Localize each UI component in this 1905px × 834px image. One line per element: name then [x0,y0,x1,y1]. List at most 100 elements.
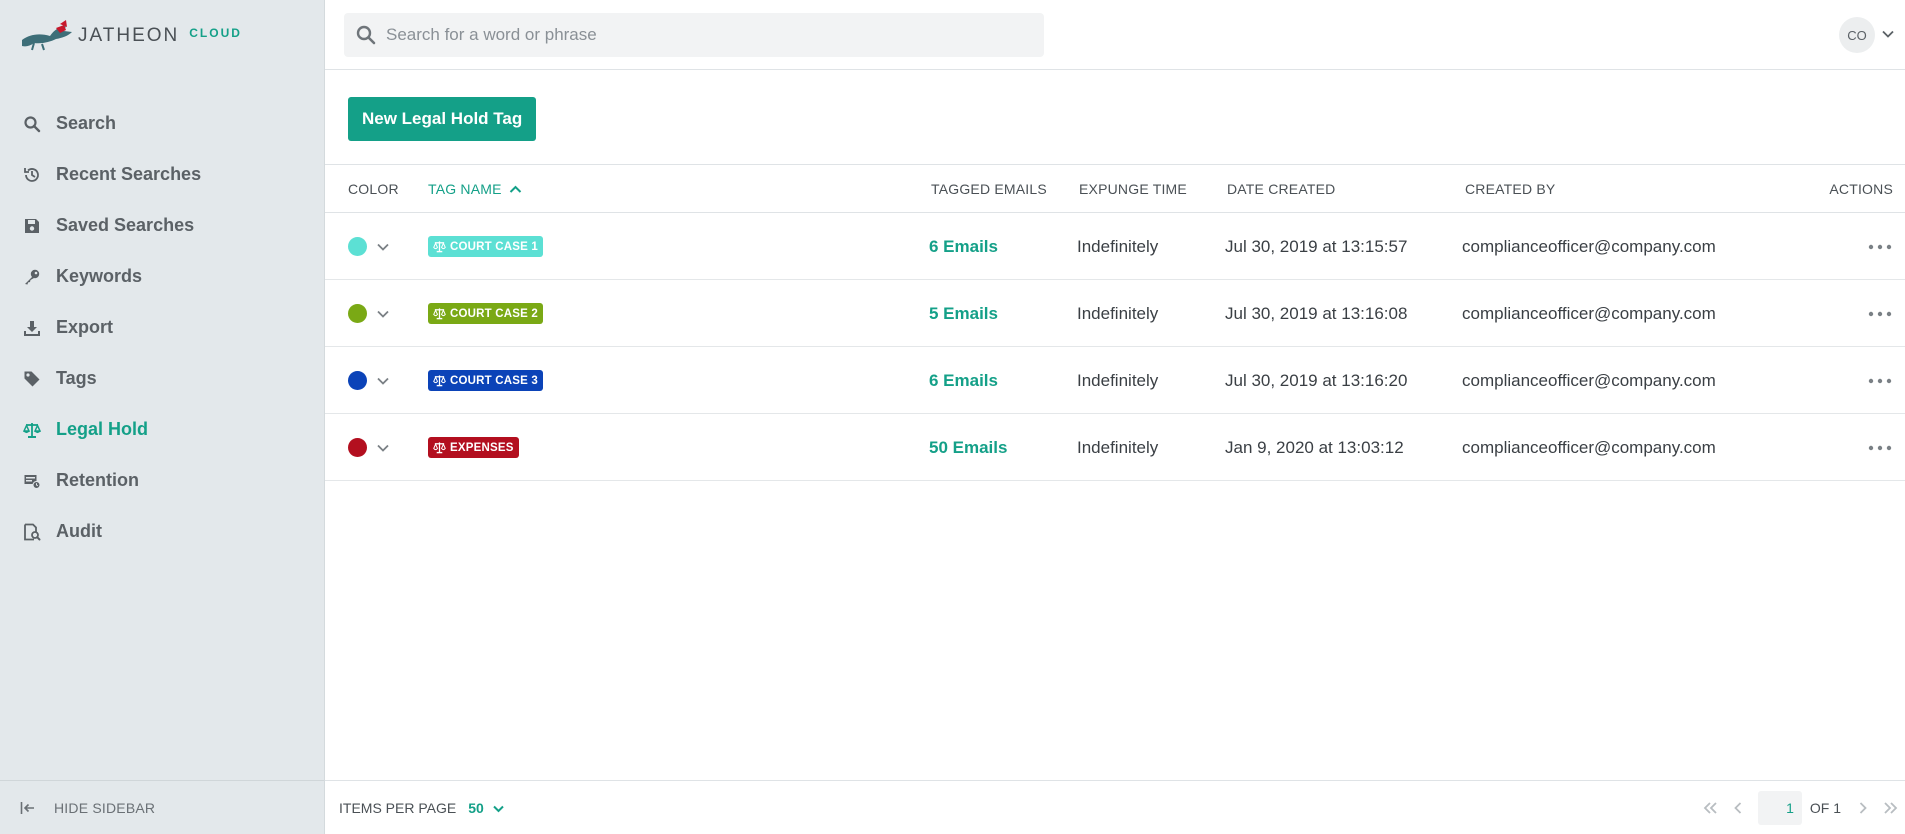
color-cell [348,414,390,481]
column-header-actions: ACTIONS [1829,181,1893,197]
actions-cell [1867,414,1893,481]
previous-page-icon[interactable] [1730,800,1746,816]
created-by-cell: complianceofficer@company.com [1462,370,1716,390]
color-swatch[interactable] [348,304,367,323]
sidebar-item-label: Export [56,317,114,337]
actions-cell [1867,280,1893,347]
history-icon [22,165,42,185]
toolbar: New Legal Hold Tag [325,70,1905,165]
hide-sidebar-label: HIDE SIDEBAR [54,799,156,816]
created-by-cell: complianceofficer@company.com [1462,236,1716,256]
column-header-tagged-emails[interactable]: TAGGED EMAILS [931,165,1047,213]
save-icon [22,216,42,236]
sidebar-item-retention[interactable]: Retention [0,455,324,506]
table-footer: ITEMS PER PAGE 50 1 OF 1 [325,780,1905,834]
tagged-emails-link[interactable]: 5 Emails [929,304,998,324]
column-header-created-by[interactable]: CREATED BY [1465,165,1555,213]
download-icon [22,318,42,338]
legal-hold-table: COLOR TAG NAME TAGGED EMAILS EXPUNGE TIM… [325,165,1905,481]
table-row: COURT CASE 1 6 Emails Indefinitely Jul 3… [325,213,1905,280]
tag-name-cell: COURT CASE 2 [428,280,544,347]
tag-label: EXPENSES [450,441,514,454]
sidebar-item-saved-searches[interactable]: Saved Searches [0,200,324,251]
retention-icon [22,471,42,491]
next-page-icon[interactable] [1855,800,1871,816]
chevron-down-icon[interactable] [1881,27,1895,41]
audit-icon [22,522,42,542]
chevron-down-icon[interactable] [376,441,390,455]
sidebar-item-tags[interactable]: Tags [0,353,324,404]
new-legal-hold-tag-button[interactable]: New Legal Hold Tag [348,97,537,141]
user-initials: CO [1847,27,1867,43]
tag-label: COURT CASE 3 [450,374,539,387]
scale-icon [433,241,446,253]
tag-badge[interactable]: COURT CASE 1 [428,236,544,257]
user-avatar[interactable]: CO [1839,17,1875,53]
tagged-emails-link[interactable]: 50 Emails [929,438,1007,458]
sidebar-item-label: Legal Hold [56,419,149,439]
first-page-icon[interactable] [1702,800,1718,816]
sidebar-item-label: Recent Searches [56,164,202,184]
column-header-date-created[interactable]: DATE CREATED [1227,165,1335,213]
color-cell [348,280,390,347]
hide-sidebar-button[interactable]: HIDE SIDEBAR [0,780,324,834]
logo[interactable]: JATHEON CLOUD [20,18,242,54]
created-by-cell: complianceofficer@company.com [1462,437,1716,457]
table-header: COLOR TAG NAME TAGGED EMAILS EXPUNGE TIM… [325,165,1905,213]
tagged-emails-cell: 6 Emails [929,347,998,414]
last-page-icon[interactable] [1883,800,1899,816]
actions-cell [1867,213,1893,280]
color-swatch[interactable] [348,237,367,256]
search-icon [22,114,42,134]
sidebar-item-export[interactable]: Export [0,302,324,353]
column-header-tag-name[interactable]: TAG NAME [428,165,522,213]
tag-badge[interactable]: EXPENSES [428,437,519,458]
tag-badge[interactable]: COURT CASE 3 [428,370,544,391]
sidebar-item-label: Retention [56,470,139,490]
search-icon [356,25,376,45]
items-per-page-select[interactable]: 50 [468,800,484,816]
table-row: COURT CASE 2 5 Emails Indefinitely Jul 3… [325,280,1905,347]
scale-icon [433,375,446,387]
table-row: EXPENSES 50 Emails Indefinitely Jan 9, 2… [325,414,1905,481]
column-header-expunge-time[interactable]: EXPUNGE TIME [1079,165,1187,213]
tag-badge[interactable]: COURT CASE 2 [428,303,544,324]
chevron-down-icon[interactable] [492,802,505,815]
search-input[interactable] [386,25,986,45]
date-created-cell: Jul 30, 2019 at 13:16:08 [1225,303,1408,323]
expunge-time-cell: Indefinitely [1077,236,1159,256]
tagged-emails-link[interactable]: 6 Emails [929,371,998,391]
page-number-input[interactable]: 1 [1757,791,1802,825]
chevron-down-icon[interactable] [376,240,390,254]
color-swatch[interactable] [348,438,367,457]
date-created-cell: Jul 30, 2019 at 13:15:57 [1225,236,1408,256]
created-by-cell: complianceofficer@company.com [1462,303,1716,323]
actions-cell [1867,347,1893,414]
tagged-emails-link[interactable]: 6 Emails [929,237,998,257]
search-bar[interactable] [344,13,1044,57]
sidebar-item-audit[interactable]: Audit [0,506,324,557]
more-actions-icon[interactable] [1867,377,1893,385]
scale-icon [433,308,446,320]
color-cell [348,213,390,280]
column-header-label: TAG NAME [428,181,502,197]
page-count: OF 1 [1809,800,1841,816]
more-actions-icon[interactable] [1867,243,1893,251]
color-swatch[interactable] [348,371,367,390]
pagination: 1 OF 1 [1696,781,1905,834]
tag-label: COURT CASE 1 [450,240,539,253]
sidebar-item-recent-searches[interactable]: Recent Searches [0,149,324,200]
sidebar-item-legal-hold[interactable]: Legal Hold [0,404,324,455]
current-page: 1 [1786,800,1794,816]
sidebar-item-search[interactable]: Search [0,98,324,149]
sidebar: JATHEON CLOUD Search Recent Searches Sav… [0,0,325,834]
sidebar-nav: Search Recent Searches Saved Searches Ke… [0,98,324,557]
chevron-down-icon[interactable] [376,307,390,321]
chevron-down-icon[interactable] [376,374,390,388]
scale-icon [22,420,42,440]
column-header-color: COLOR [348,181,399,197]
sidebar-item-keywords[interactable]: Keywords [0,251,324,302]
more-actions-icon[interactable] [1867,310,1893,318]
items-per-page-label: ITEMS PER PAGE [339,800,457,816]
more-actions-icon[interactable] [1867,444,1893,452]
